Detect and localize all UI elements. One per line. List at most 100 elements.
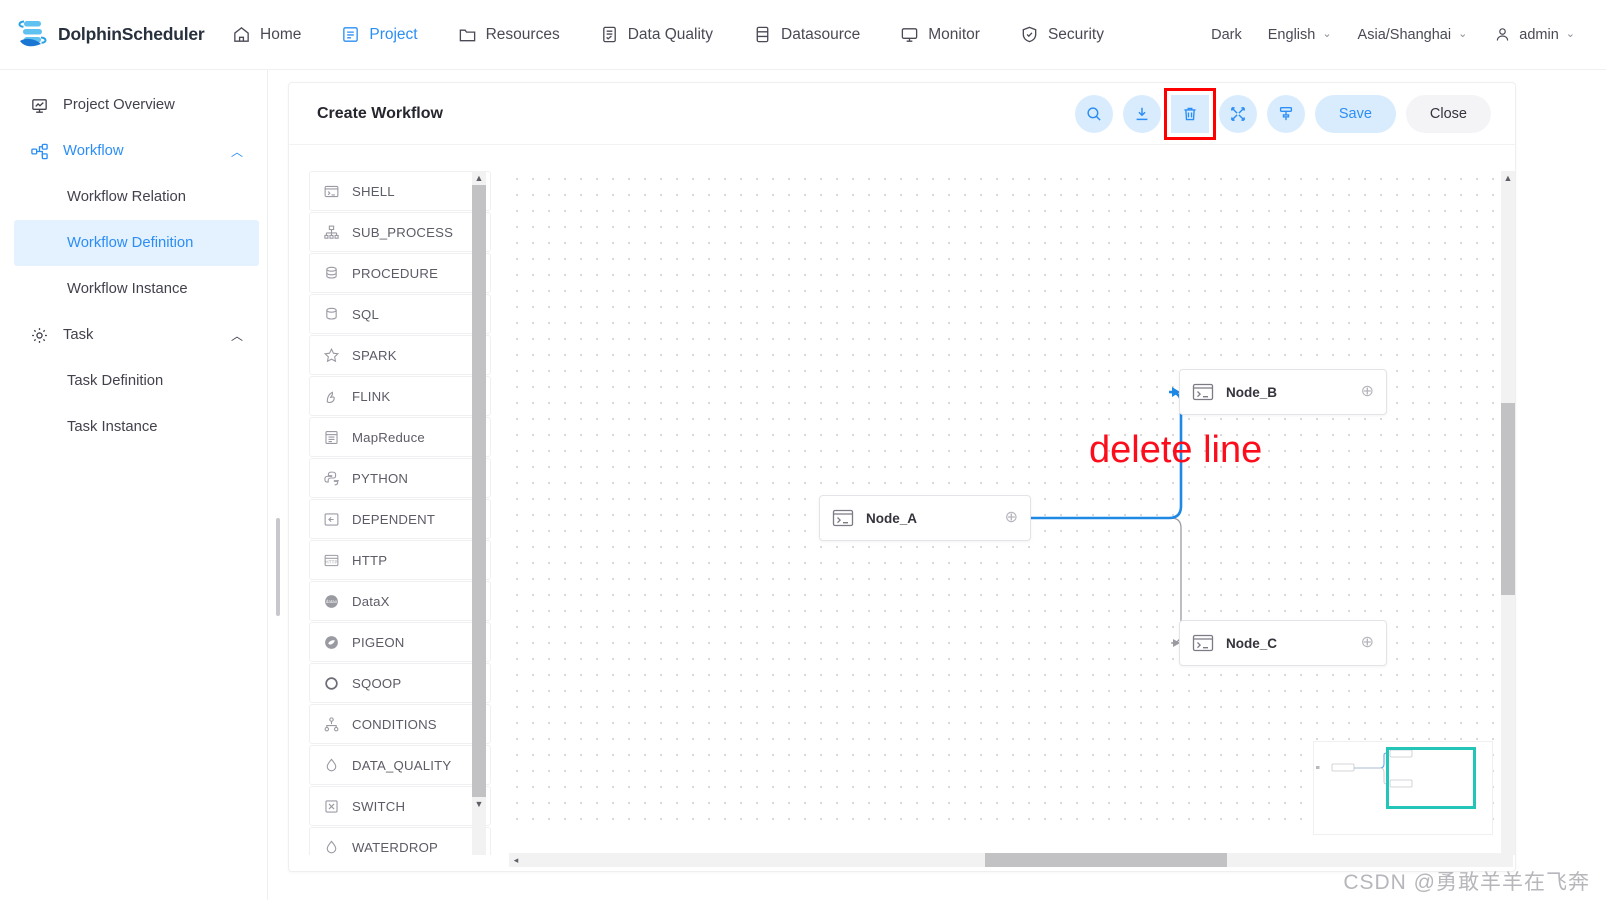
task-type-palette[interactable]: SHELL SUB_PROCESS PROCEDURE SQL SPARK FL…	[309, 171, 491, 855]
palette-item-switch[interactable]: SWITCH	[309, 786, 491, 826]
palette-item-http[interactable]: HTTP HTTP	[309, 540, 491, 580]
search-button[interactable]	[1074, 94, 1113, 133]
palette-item-procedure[interactable]: PROCEDURE	[309, 253, 491, 293]
nav-item-project[interactable]: Project	[321, 0, 437, 70]
minimap-viewport[interactable]	[1386, 747, 1476, 809]
annotation-delete-line: delete line	[1089, 429, 1263, 471]
timezone-label: Asia/Shanghai	[1357, 26, 1452, 43]
brand[interactable]: DolphinScheduler	[0, 17, 212, 53]
shield-icon	[1020, 25, 1039, 44]
folder-icon	[458, 25, 477, 44]
nav-item-label: Project	[369, 25, 418, 43]
language-label: English	[1267, 26, 1316, 43]
language-selector[interactable]: English ⌄	[1255, 0, 1345, 70]
chevron-up-icon: ︿	[230, 144, 243, 159]
theme-toggle[interactable]: Dark	[1198, 0, 1255, 70]
svg-text:HTTP: HTTP	[325, 559, 337, 564]
fullscreen-icon	[1229, 105, 1247, 123]
search-icon	[1085, 105, 1103, 123]
palette-scrollbar[interactable]: ▲ ▼	[472, 171, 486, 855]
delete-button[interactable]	[1163, 87, 1216, 140]
procedure-icon	[322, 264, 340, 282]
user-menu[interactable]: admin ⌄	[1480, 0, 1588, 70]
palette-item-label: FLINK	[352, 388, 391, 404]
sidebar-group-workflow[interactable]: Workflow ︿	[0, 128, 267, 174]
user-icon	[1493, 25, 1512, 44]
download-button[interactable]	[1122, 94, 1161, 133]
editor-toolbar: Save Close	[1074, 87, 1491, 140]
canvas-horizontal-scrollbar[interactable]: ◂	[509, 853, 1513, 867]
brand-name: DolphinScheduler	[58, 24, 205, 44]
fullscreen-button[interactable]	[1218, 94, 1257, 133]
palette-item-waterdrop[interactable]: WATERDROP	[309, 827, 491, 855]
palette-item-mapreduce[interactable]: MapReduce	[309, 417, 491, 457]
chevron-down-icon: ⌄	[1458, 28, 1468, 40]
sidebar-item-project-overview[interactable]: Project Overview	[0, 82, 267, 128]
palette-scroll-thumb[interactable]	[472, 185, 486, 797]
overview-icon	[29, 95, 49, 115]
page-title: Create Workflow	[317, 104, 443, 122]
canvas-vertical-scrollbar[interactable]: ▲	[1501, 171, 1515, 855]
canvas-minimap[interactable]	[1313, 741, 1493, 835]
canvas-node-c[interactable]: Node_C ⊕	[1179, 620, 1387, 666]
palette-item-pigeon[interactable]: PIGEON	[309, 622, 491, 662]
node-label: Node_C	[1226, 635, 1278, 651]
close-button[interactable]: Close	[1405, 94, 1491, 133]
canvas-vertical-scroll-thumb[interactable]	[1501, 403, 1515, 595]
plus-circle-icon[interactable]: ⊕	[1005, 510, 1018, 526]
plus-circle-icon[interactable]: ⊕	[1361, 635, 1374, 651]
python-icon	[322, 469, 340, 487]
sidebar-item-task-definition[interactable]: Task Definition	[0, 358, 267, 404]
sidebar-item-label: Task Definition	[67, 373, 164, 389]
sidebar-item-task-instance[interactable]: Task Instance	[0, 404, 267, 450]
plus-circle-icon[interactable]: ⊕	[1361, 384, 1374, 400]
sidebar-item-workflow-instance[interactable]: Workflow Instance	[0, 266, 267, 312]
sidebar-group-task[interactable]: Task ︿	[0, 312, 267, 358]
project-grid-icon	[341, 25, 360, 44]
palette-item-shell[interactable]: SHELL	[309, 171, 491, 211]
palette-item-sqoop[interactable]: SQOOP	[309, 663, 491, 703]
sidebar-item-workflow-definition[interactable]: Workflow Definition	[14, 220, 259, 266]
format-button[interactable]	[1266, 94, 1305, 133]
edge-node-a-to-node-c[interactable]	[1031, 517, 1182, 644]
palette-item-conditions[interactable]: CONDITIONS	[309, 704, 491, 744]
save-button[interactable]: Save	[1314, 94, 1396, 133]
palette-scroll-up-arrow[interactable]: ▲	[475, 171, 484, 185]
nav-item-monitor[interactable]: Monitor	[880, 0, 1000, 70]
user-label: admin	[1519, 26, 1559, 43]
canvas-node-a[interactable]: Node_A ⊕	[819, 495, 1031, 541]
nav-item-security[interactable]: Security	[1000, 0, 1124, 70]
palette-item-sql[interactable]: SQL	[309, 294, 491, 334]
palette-item-label: DATA_QUALITY	[352, 757, 452, 773]
nav-item-data-quality[interactable]: Data Quality	[580, 0, 733, 70]
palette-item-flink[interactable]: FLINK	[309, 376, 491, 416]
editor-header: Create Workflow Save Close	[289, 83, 1515, 145]
nav-item-datasource[interactable]: Datasource	[733, 0, 880, 70]
palette-item-data-quality[interactable]: DATA_QUALITY	[309, 745, 491, 785]
palette-item-label: SWITCH	[352, 798, 406, 814]
palette-item-sub-process[interactable]: SUB_PROCESS	[309, 212, 491, 252]
nav-item-resources[interactable]: Resources	[438, 0, 580, 70]
palette-item-python[interactable]: PYTHON	[309, 458, 491, 498]
sidebar-item-label: Workflow Relation	[67, 189, 186, 205]
palette-item-dependent[interactable]: DEPENDENT	[309, 499, 491, 539]
palette-item-label: PIGEON	[352, 634, 405, 650]
sqoop-icon	[322, 674, 340, 692]
canvas-horizontal-scroll-thumb[interactable]	[985, 853, 1227, 867]
nav-item-home[interactable]: Home	[212, 0, 321, 70]
palette-item-datax[interactable]: datax DataX	[309, 581, 491, 621]
canvas-scroll-up-arrow[interactable]: ▲	[1504, 171, 1513, 185]
sidebar-item-workflow-relation[interactable]: Workflow Relation	[0, 174, 267, 220]
canvas-node-b[interactable]: Node_B ⊕	[1179, 369, 1387, 415]
dependent-icon	[322, 510, 340, 528]
sidebar-scrollbar[interactable]	[276, 518, 280, 616]
palette-scroll-down-arrow[interactable]: ▼	[475, 797, 484, 811]
conditions-icon	[322, 715, 340, 733]
timezone-selector[interactable]: Asia/Shanghai ⌄	[1345, 0, 1481, 70]
palette-item-label: HTTP	[352, 552, 388, 568]
canvas-scroll-left-arrow[interactable]: ◂	[509, 855, 523, 866]
node-label: Node_A	[866, 510, 918, 526]
sidebar-item-label: Project Overview	[63, 97, 175, 113]
palette-item-label: SUB_PROCESS	[352, 224, 454, 240]
palette-item-spark[interactable]: SPARK	[309, 335, 491, 375]
